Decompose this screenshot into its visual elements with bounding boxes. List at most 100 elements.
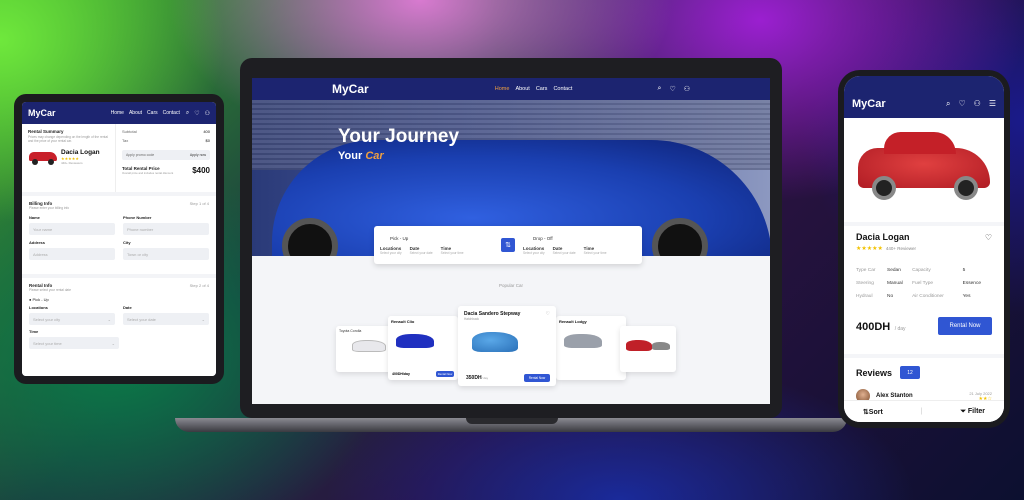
tablet-car-name: Dacia Logan [61,149,100,156]
pickup-location-select[interactable]: Locations Select your city [380,246,402,255]
car-image [396,334,434,348]
car-card-price: 400DH/day [392,372,410,376]
search-icon[interactable]: ⌕ [186,110,189,117]
apply-promo-button[interactable]: Apply now [190,153,206,157]
name-input[interactable]: Your name [29,223,115,235]
heart-icon[interactable]: ♡ [194,110,199,117]
dropoff-location-select[interactable]: Locations Select your city [523,246,545,255]
laptop-nav-contact[interactable]: Contact [553,86,572,92]
phone-car-name: Dacia Logan [856,232,910,242]
car-card[interactable]: Renault Lodgy [556,316,626,380]
spec-label: Air Conditioner [912,294,944,299]
spec-value: Manual [887,281,903,286]
phone-input[interactable]: Phone number [123,223,209,235]
tablet-nav-home[interactable]: Home [111,110,124,116]
phone-logo[interactable]: MyCar [852,98,946,110]
locations-select[interactable]: Select your city ⌄ [29,313,115,325]
car-card-featured[interactable]: Dacia Sandero Stepway Hatchback ♡ 350DH/… [458,306,556,386]
date-placeholder: Select your date [552,250,576,255]
name-label: Name [29,215,40,220]
spec-label: Steering [856,281,874,286]
tablet-reviews: 440+ Reviewers [61,161,83,165]
spec-value: Sedan [887,268,901,273]
car-image [352,340,386,352]
date-label: Date [552,245,563,251]
chevron-down-icon: ⌄ [201,317,205,322]
sort-button[interactable]: ⇅Sort [863,408,883,416]
time-label: Time [440,245,452,251]
locations-placeholder: Select your city [380,250,402,255]
city-input[interactable]: Town or city [123,248,209,260]
car-image [564,334,602,348]
chevron-down-icon: ⌄ [107,317,111,322]
spec-value: Essence [962,281,982,286]
spec-value: 5 [962,268,966,273]
rental-now-button[interactable]: Rental Now [524,374,550,382]
locations-label: Locations [29,305,48,310]
toolbar-divider: | [920,408,923,415]
car-card[interactable] [620,326,676,372]
laptop-logo[interactable]: MyCar [332,82,495,96]
swap-button[interactable]: ⇅ [501,238,515,252]
dropoff-date-select[interactable]: Date Select your date [553,246,576,255]
dropoff-time-select[interactable]: Time Select your time [584,246,607,255]
date-select[interactable]: Select your date ⌄ [123,313,209,325]
search-icon[interactable]: ⌕ [658,85,662,93]
heart-icon[interactable]: ♡ [546,311,550,317]
tablet-nav-cars[interactable]: Cars [147,110,158,116]
tablet-nav-about[interactable]: About [129,110,142,116]
dropoff-label: Drop - Off [533,235,553,241]
pickup-time-select[interactable]: Time Select your time [441,246,464,255]
car-card-name: Renault Clio [391,319,415,324]
laptop-device: MyCar Home About Cars Contact ⌕ ♡ ⚇ Your… [240,58,782,418]
heart-icon[interactable]: ♡ [985,233,992,242]
address-input[interactable]: Address [29,248,115,260]
locations-placeholder: Select your city [523,250,545,255]
car-card-name: Toyota Corolla [339,329,362,333]
car-card[interactable]: Toyota Corolla [336,326,392,372]
tax-label: Tax [122,138,129,143]
spec-label: Capacity [912,268,931,273]
phone-car-image-area [844,118,1004,222]
car-card[interactable]: Renault Clio 400DH/day Rental Now [388,316,458,380]
car-image [652,342,670,350]
filter-label: Filter [967,407,986,415]
price-breakdown: Subtotal 400 Tax $0 Apply promo code Apply… [116,124,216,192]
search-icon[interactable]: ⌕ [946,99,950,109]
pickup-panel: Pick - Up Locations Select your city Date… [380,236,493,255]
spec-label: Type Car [856,268,876,273]
locations-label: Locations [380,245,402,251]
billing-step: Step 1 of 4 [189,201,209,206]
promo-input[interactable]: Apply promo code [126,153,154,157]
total-desc: Overall price and includes rental discou… [122,171,174,175]
pickup-date-select[interactable]: Date Select your date [410,246,433,255]
menu-icon[interactable]: ☰ [989,99,996,109]
user-icon[interactable]: ⚇ [974,99,981,109]
review-date: 21 July 2022 [969,390,992,396]
rental-now-button[interactable]: Rental Now [938,317,992,335]
hero-title: Your Journey [338,126,460,147]
user-icon[interactable]: ⚇ [205,110,210,117]
heart-icon[interactable]: ♡ [669,85,675,93]
laptop-nav-home[interactable]: Home [495,86,510,92]
tablet-logo[interactable]: MyCar [28,108,111,118]
laptop-nav-cars[interactable]: Cars [536,86,548,92]
filter-button[interactable]: ⏷ Filter [960,408,985,416]
car-card-per-day: / day [481,376,489,380]
hero-subtitle: Your Car [338,150,384,162]
laptop-nav-about[interactable]: About [515,86,529,92]
hero-subtitle-b: Car [365,150,384,162]
heart-icon[interactable]: ♡ [958,99,965,109]
rental-info-section: Rental Info Step 2 of 4 Please select yo… [22,278,216,376]
tablet-nav-contact[interactable]: Contact [163,110,180,116]
time-label: Time [29,329,39,334]
address-label: Address [29,240,46,245]
time-label: Time [583,245,595,251]
rental-now-button[interactable]: Rental Now [436,371,454,377]
summary-desc: Prices may change depending on the lengt… [28,135,108,143]
tablet-screen: MyCar Home About Cars Contact ⌕ ♡ ⚇ Rent… [22,102,216,376]
pickup-radio[interactable]: ● Pick - Up [29,297,209,302]
rental-desc: Please select your rental date [29,288,71,292]
user-icon[interactable]: ⚇ [684,85,690,93]
time-select[interactable]: Select your time ⌄ [29,337,119,349]
